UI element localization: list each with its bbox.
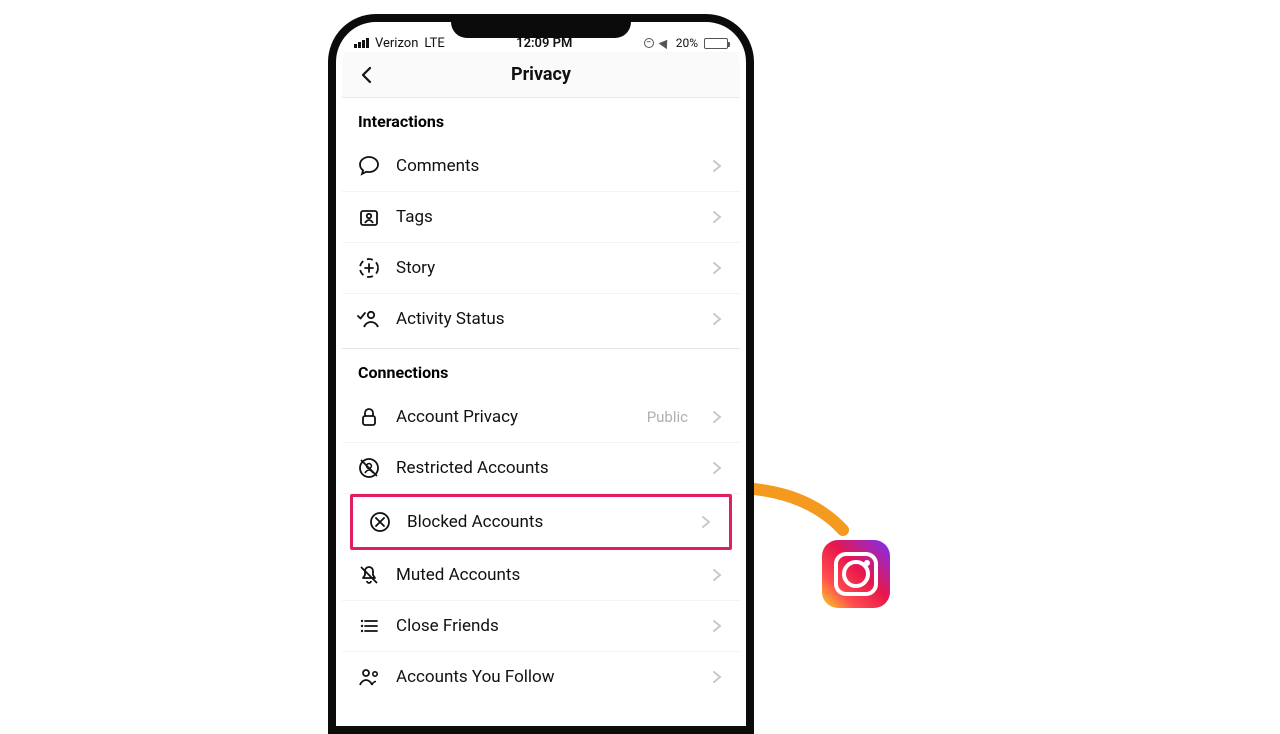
muted-icon [356,562,382,588]
chevron-right-icon [708,208,726,226]
story-icon [356,255,382,281]
row-tags[interactable]: Tags [342,192,740,243]
do-not-disturb-icon: – [644,38,654,48]
chevron-right-icon [708,617,726,635]
row-label: Close Friends [396,616,694,636]
row-label: Comments [396,156,694,176]
chevron-right-icon [708,408,726,426]
chevron-right-icon [697,513,715,531]
chevron-left-icon [357,65,377,85]
chevron-right-icon [708,566,726,584]
location-icon [658,37,671,49]
section-header-interactions: Interactions [342,98,740,141]
comment-icon [356,153,382,179]
row-accounts-you-follow[interactable]: Accounts You Follow [342,652,740,702]
section-interactions: Interactions Comments Ta [342,98,740,344]
row-blocked-accounts[interactable]: Blocked Accounts [350,494,732,550]
row-muted-accounts[interactable]: Muted Accounts [342,550,740,601]
lock-icon [356,404,382,430]
phone-notch [451,22,631,38]
row-label: Blocked Accounts [407,512,683,532]
row-activity-status[interactable]: Activity Status [342,294,740,344]
signal-icon [354,38,369,48]
row-close-friends[interactable]: Close Friends [342,601,740,652]
row-value: Public [647,408,688,426]
row-label: Activity Status [396,309,694,329]
row-label: Tags [396,207,694,227]
nav-bar: Privacy [342,52,740,98]
section-connections: Connections Account Privacy Public [342,349,740,702]
row-restricted-accounts[interactable]: Restricted Accounts [342,443,740,494]
row-label: Story [396,258,694,278]
carrier-label: Verizon [375,36,418,51]
tags-icon [356,204,382,230]
row-label: Restricted Accounts [396,458,694,478]
row-story[interactable]: Story [342,243,740,294]
restricted-icon [356,455,382,481]
row-label: Account Privacy [396,407,633,427]
battery-icon [704,38,728,49]
instagram-icon [822,540,890,608]
phone-frame: Verizon LTE 12:09 PM – 20% Privacy Inter… [328,14,754,734]
close-friends-icon [356,613,382,639]
chevron-right-icon [708,310,726,328]
battery-percent-label: 20% [676,36,698,50]
row-label: Accounts You Follow [396,667,694,687]
row-label: Muted Accounts [396,565,694,585]
accounts-follow-icon [356,664,382,690]
back-button[interactable] [352,60,382,90]
blocked-icon [367,509,393,535]
chevron-right-icon [708,668,726,686]
section-header-connections: Connections [342,349,740,392]
network-label: LTE [424,36,444,51]
chevron-right-icon [708,259,726,277]
chevron-right-icon [708,459,726,477]
row-account-privacy[interactable]: Account Privacy Public [342,392,740,443]
page-title: Privacy [511,64,571,85]
chevron-right-icon [708,157,726,175]
row-comments[interactable]: Comments [342,141,740,192]
activity-status-icon [356,306,382,332]
